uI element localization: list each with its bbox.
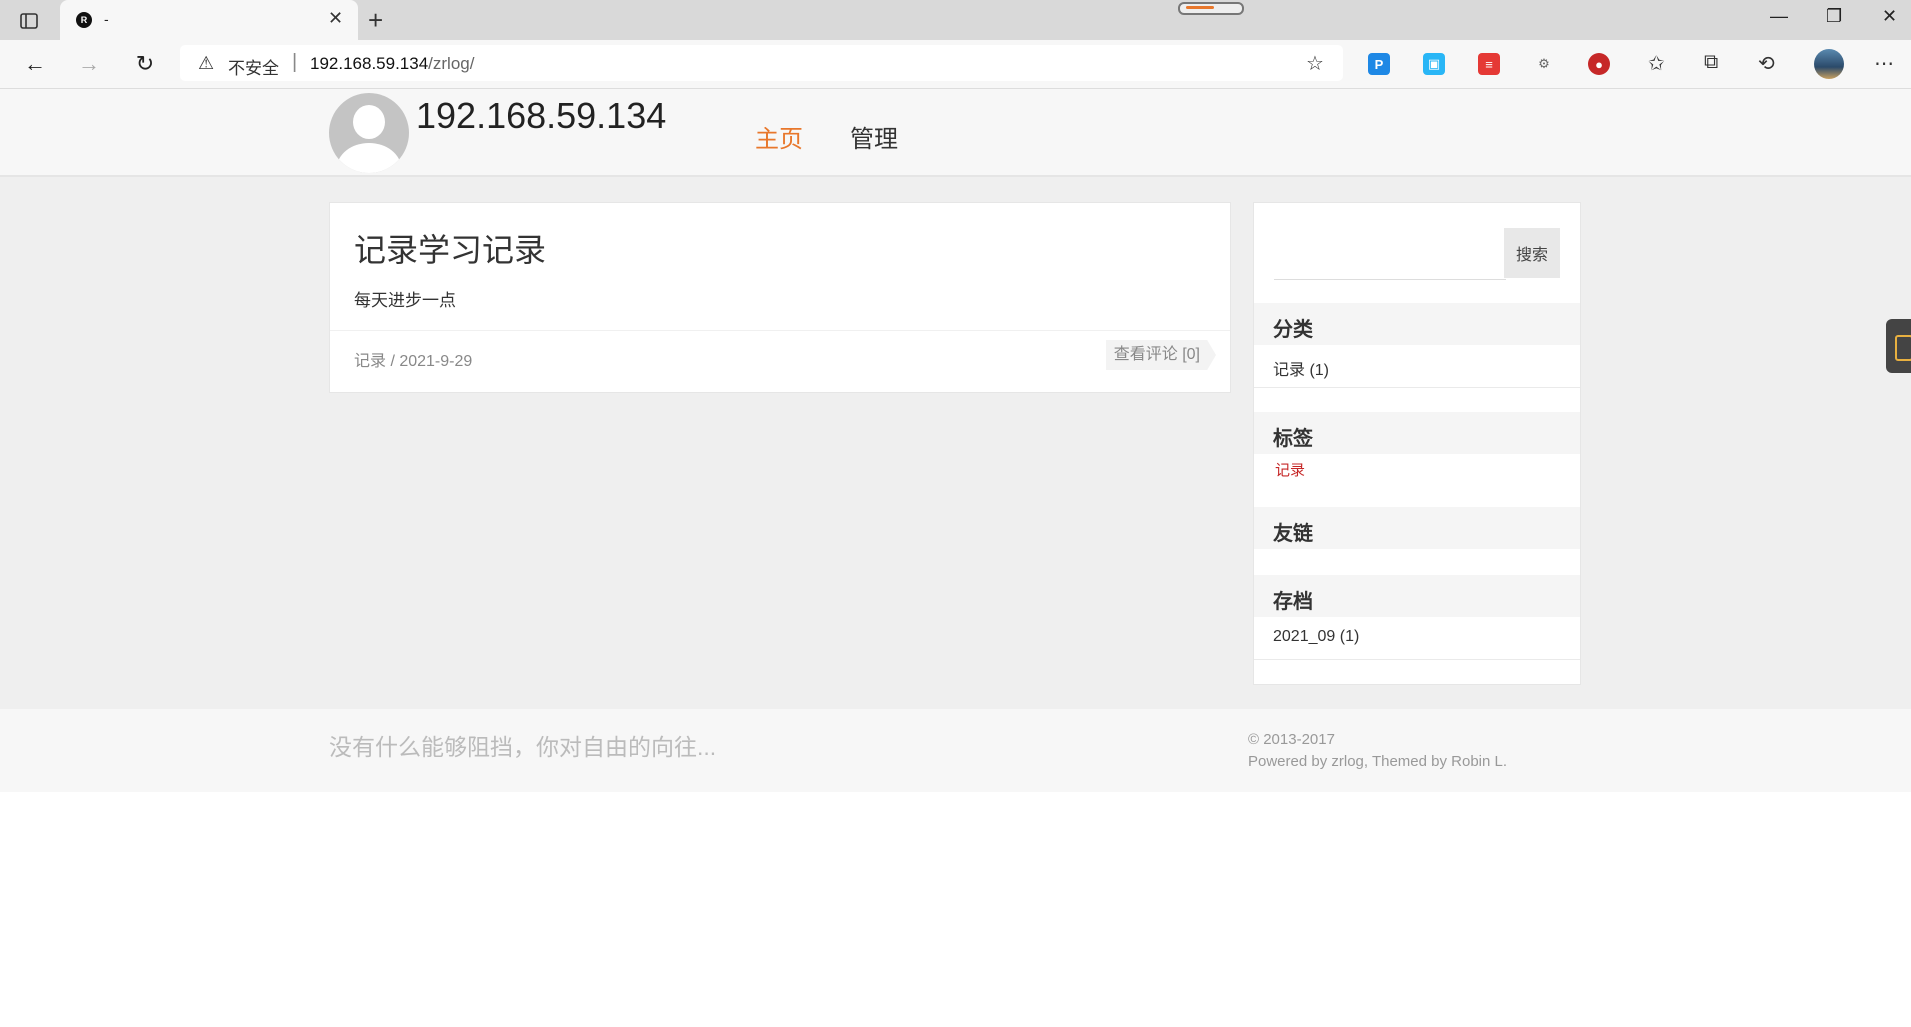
extension-icon-bike[interactable]: ⚙	[1533, 53, 1555, 75]
links-title: 友链	[1273, 523, 1313, 545]
favorites-icon[interactable]: ✩	[1648, 51, 1665, 76]
divider	[1254, 387, 1580, 388]
tab-close-icon[interactable]: ✕	[328, 8, 343, 29]
site-title[interactable]: 192.168.59.134	[416, 95, 666, 137]
sidebar: 搜索 分类 记录 (1) 标签 记录 友链 存档 2021_09 (1)	[1253, 202, 1581, 685]
url-path: /zrlog/	[428, 54, 475, 73]
add-favorite-icon[interactable]: ☆	[1306, 51, 1324, 76]
post-excerpt: 每天进步一点	[354, 291, 456, 310]
tab-favicon: R	[76, 12, 92, 28]
forward-icon[interactable]: →	[74, 49, 104, 79]
back-icon[interactable]: ←	[20, 49, 50, 79]
browser-tab-bar: R - ✕ + — ❐ ✕	[0, 0, 1911, 40]
tags-title: 标签	[1273, 428, 1313, 450]
search-button[interactable]: 搜索	[1504, 228, 1560, 278]
extension-icon-tv[interactable]: ▣	[1423, 53, 1445, 75]
divider	[1254, 659, 1580, 660]
minimize-icon[interactable]: —	[1770, 6, 1788, 27]
search-input[interactable]	[1274, 229, 1506, 280]
address-bar[interactable]: ⚠ 不安全 | 192.168.59.134/zrlog/ ☆	[180, 45, 1343, 81]
nav-link-home[interactable]: 主页	[755, 119, 803, 154]
tab-title: -	[104, 11, 109, 27]
extension-icon-notes[interactable]: ≡	[1478, 53, 1500, 75]
archive-title: 存档	[1273, 591, 1313, 613]
extension-icon-shield[interactable]: ●	[1588, 53, 1610, 75]
window-close-icon[interactable]: ✕	[1882, 6, 1897, 27]
browser-toolbar: ← → ↻ ⚠ 不安全 | 192.168.59.134/zrlog/ ☆ P …	[0, 40, 1911, 89]
footer-copyright-block: © 2013-2017 Powered by zrlog, Themed by …	[1248, 729, 1507, 773]
new-tab-button[interactable]: +	[368, 5, 383, 36]
links-header: 友链	[1254, 507, 1580, 549]
post-divider	[330, 330, 1230, 331]
more-menu-icon[interactable]: ⋯	[1874, 51, 1894, 76]
web-page: 192.168.59.134 主页 管理 记录学习记录 每天进步一点 记录 / …	[0, 89, 1911, 1027]
tab-actions-icon[interactable]	[16, 8, 42, 34]
site-avatar[interactable]	[329, 93, 409, 173]
tags-header: 标签	[1254, 412, 1580, 454]
site-header: 192.168.59.134 主页 管理	[0, 89, 1911, 177]
browser-tab-active[interactable]: R - ✕	[60, 0, 358, 40]
profile-avatar[interactable]	[1814, 49, 1844, 79]
collections-icon[interactable]: ⧉	[1704, 51, 1718, 74]
categories-title: 分类	[1273, 319, 1313, 341]
archive-item[interactable]: 2021_09 (1)	[1273, 628, 1359, 646]
post-meta: 记录 / 2021-9-29	[354, 353, 473, 370]
post-title[interactable]: 记录学习记录	[354, 225, 546, 271]
address-url[interactable]: 192.168.59.134/zrlog/	[310, 54, 474, 74]
nav-link-admin[interactable]: 管理	[850, 119, 898, 154]
post-card: 记录学习记录 每天进步一点 记录 / 2021-9-29 查看评论 [0]	[329, 202, 1231, 393]
footer-powered-by: Powered by zrlog, Themed by Robin L.	[1248, 753, 1508, 770]
tag-item[interactable]: 记录	[1275, 459, 1305, 480]
extension-icon-p[interactable]: P	[1368, 53, 1390, 75]
categories-header: 分类	[1254, 303, 1580, 345]
category-item[interactable]: 记录 (1)	[1273, 356, 1329, 380]
refresh-icon[interactable]: ↻	[130, 49, 160, 79]
history-icon[interactable]: ⟲	[1758, 51, 1775, 76]
view-comments-link[interactable]: 查看评论 [0]	[1105, 340, 1216, 370]
site-footer: 没有什么能够阻挡，你对自由的向往... © 2013-2017 Powered …	[0, 709, 1911, 792]
warning-icon: ⚠	[198, 53, 215, 73]
archive-header: 存档	[1254, 575, 1580, 617]
security-label[interactable]: 不安全	[228, 54, 279, 79]
window-drag-handle[interactable]	[1178, 2, 1244, 15]
address-separator: |	[292, 51, 298, 73]
footer-motto: 没有什么能够阻挡，你对自由的向往...	[329, 734, 717, 760]
url-host: 192.168.59.134	[310, 54, 429, 73]
restore-icon[interactable]: ❐	[1826, 6, 1842, 27]
side-extension-tab[interactable]	[1886, 319, 1911, 373]
footer-copyright: © 2013-2017	[1248, 731, 1335, 748]
